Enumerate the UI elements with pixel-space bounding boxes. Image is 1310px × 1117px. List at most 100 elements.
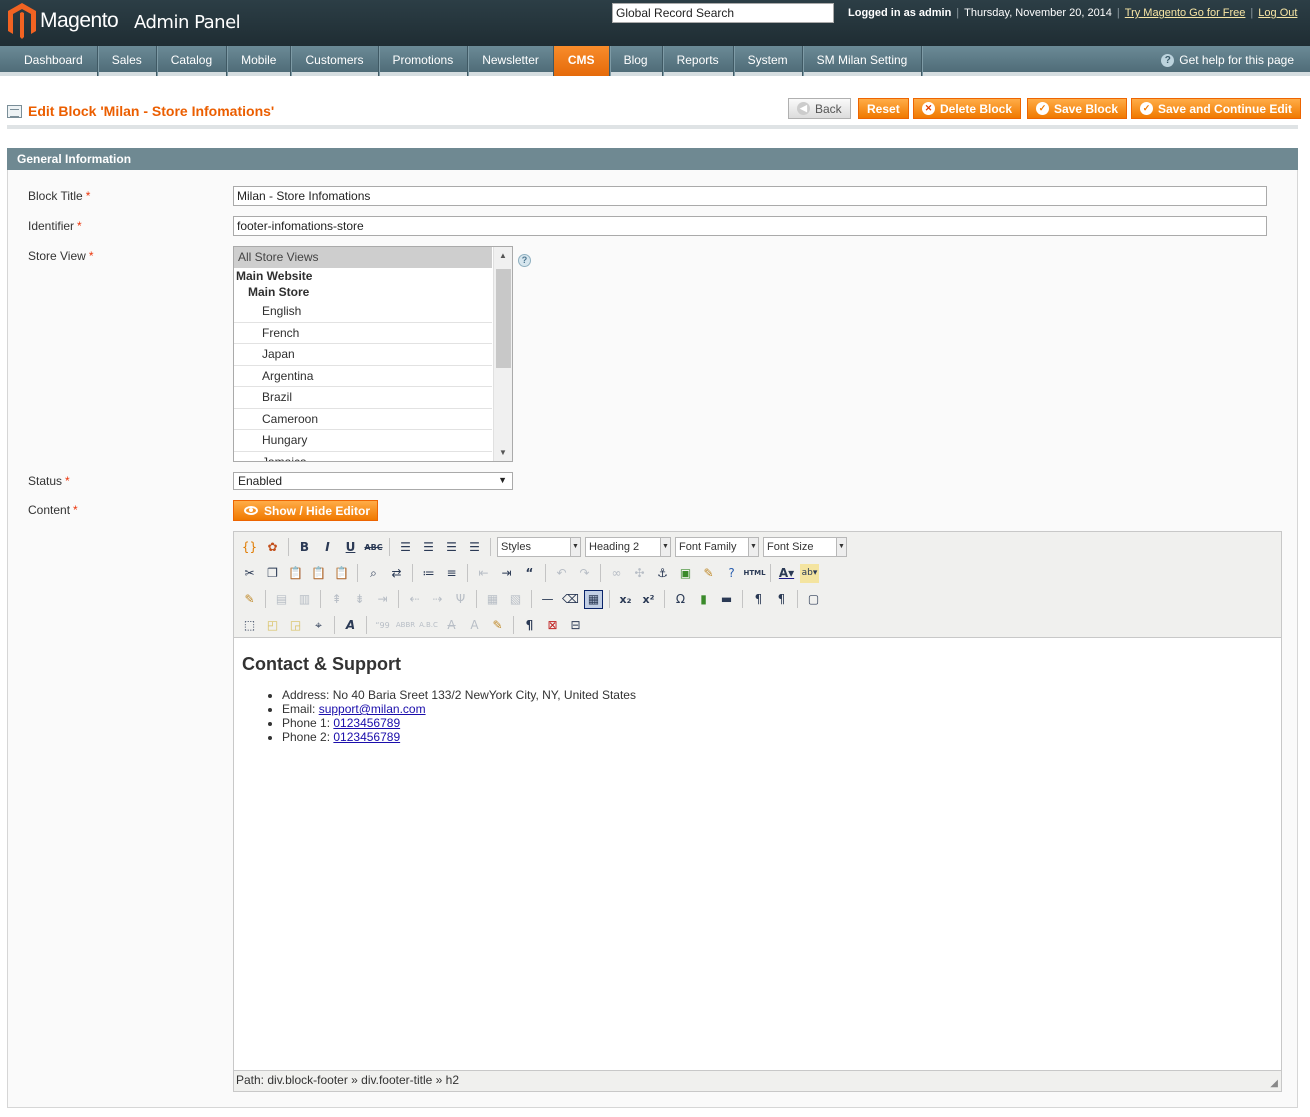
- insert-layer-icon[interactable]: ⬚: [240, 616, 259, 635]
- replace-icon[interactable]: ⇄: [387, 564, 406, 583]
- indent-icon[interactable]: ⇥: [497, 564, 516, 583]
- back-button[interactable]: ◀ Back: [788, 98, 851, 119]
- identifier-input[interactable]: [233, 216, 1267, 236]
- copy-icon[interactable]: ❐: [263, 564, 282, 583]
- html-source-icon[interactable]: HTML: [743, 564, 765, 583]
- delete-col-icon[interactable]: Ψ: [451, 590, 470, 609]
- nav-item-customers[interactable]: Customers: [291, 46, 379, 76]
- store-option-japan[interactable]: Japan: [234, 344, 492, 366]
- remove-format-icon[interactable]: ⌫: [561, 590, 580, 609]
- move-backward-icon[interactable]: ◲: [286, 616, 305, 635]
- nav-item-blog[interactable]: Blog: [610, 46, 663, 76]
- redo-icon[interactable]: ↷: [575, 564, 594, 583]
- store-view-scrollbar[interactable]: ▲ ▼: [493, 247, 512, 461]
- nav-item-reports[interactable]: Reports: [663, 46, 734, 76]
- special-char-icon[interactable]: Ω: [671, 590, 690, 609]
- bold-icon[interactable]: B: [295, 538, 314, 557]
- page-break-icon[interactable]: ⊟: [566, 616, 585, 635]
- insert-row-before-icon[interactable]: ⇞: [327, 590, 346, 609]
- delete-row-icon[interactable]: ⇥: [373, 590, 392, 609]
- unlink-icon[interactable]: ✣: [630, 564, 649, 583]
- align-center-icon[interactable]: ☰: [419, 538, 438, 557]
- nav-item-promotions[interactable]: Promotions: [379, 46, 469, 76]
- abbreviation-icon[interactable]: ABBR: [396, 616, 415, 635]
- scroll-down-icon[interactable]: ▼: [499, 448, 507, 457]
- store-option-cameroon[interactable]: Cameroon: [234, 409, 492, 430]
- cleanup-icon[interactable]: ✎: [699, 564, 718, 583]
- store-view-multiselect[interactable]: All Store Views Main Website Main Store …: [233, 246, 513, 462]
- store-option-jamaica[interactable]: Jamaica: [234, 452, 492, 462]
- save-continue-button[interactable]: ✓ Save and Continue Edit: [1131, 98, 1302, 119]
- horizontal-rule-icon[interactable]: —: [538, 590, 557, 609]
- text-color-icon[interactable]: A▾: [777, 564, 796, 583]
- absolute-icon[interactable]: ⌖: [309, 616, 328, 635]
- magento-logo[interactable]: Magento Admin Panel: [8, 3, 268, 43]
- store-option-hungary[interactable]: Hungary: [234, 430, 492, 452]
- outdent-icon[interactable]: ⇤: [474, 564, 493, 583]
- nav-item-system[interactable]: System: [734, 46, 803, 76]
- delete-block-button[interactable]: ✕ Delete Block: [913, 98, 1022, 119]
- logout-link[interactable]: Log Out: [1258, 7, 1297, 19]
- align-justify-icon[interactable]: ☰: [465, 538, 484, 557]
- blockquote-icon[interactable]: “: [520, 564, 539, 583]
- scroll-up-icon[interactable]: ▲: [499, 251, 507, 260]
- align-left-icon[interactable]: ☰: [396, 538, 415, 557]
- phone1-link[interactable]: 0123456789: [333, 716, 400, 730]
- resize-handle-icon[interactable]: ◢: [1270, 1078, 1278, 1089]
- block-title-input[interactable]: [233, 186, 1267, 206]
- paste-word-icon[interactable]: 📋: [332, 564, 351, 583]
- help-link[interactable]: ? Get help for this page: [1161, 53, 1294, 67]
- bullet-list-icon[interactable]: ≔: [419, 564, 438, 583]
- non-break-icon[interactable]: ⊠: [543, 616, 562, 635]
- try-magento-go-link[interactable]: Try Magento Go for Free: [1125, 7, 1246, 19]
- nav-item-newsletter[interactable]: Newsletter: [468, 46, 554, 76]
- underline-icon[interactable]: U: [341, 538, 360, 557]
- ltr-icon[interactable]: ¶: [749, 590, 768, 609]
- styles-dropdown[interactable]: Styles ▼: [497, 537, 581, 557]
- insert-variable-icon[interactable]: {}: [240, 538, 259, 557]
- nav-item-dashboard[interactable]: Dashboard: [10, 46, 98, 76]
- advanced-hr-icon[interactable]: ▬: [717, 590, 736, 609]
- insert-row-after-icon[interactable]: ⇟: [350, 590, 369, 609]
- store-option-all[interactable]: All Store Views: [234, 247, 492, 268]
- store-option-brazil[interactable]: Brazil: [234, 387, 492, 409]
- phone2-link[interactable]: 0123456789: [333, 730, 400, 744]
- merge-cells-icon[interactable]: ▧: [506, 590, 525, 609]
- anchor-icon[interactable]: ⚓: [653, 564, 672, 583]
- acronym-icon[interactable]: A.B.C: [419, 616, 438, 635]
- cell-props-icon[interactable]: ▥: [295, 590, 314, 609]
- subscript-icon[interactable]: x₂: [616, 590, 635, 609]
- nav-item-sales[interactable]: Sales: [98, 46, 157, 76]
- background-color-icon[interactable]: ab▾: [800, 563, 819, 583]
- visual-aid-icon[interactable]: ▦: [584, 589, 603, 609]
- move-forward-icon[interactable]: ◰: [263, 616, 282, 635]
- rtl-icon[interactable]: ¶: [772, 590, 791, 609]
- split-cells-icon[interactable]: ▦: [483, 590, 502, 609]
- show-hide-editor-button[interactable]: Show / Hide Editor: [233, 500, 378, 521]
- media-icon[interactable]: ▮: [694, 590, 713, 609]
- store-option-argentina[interactable]: Argentina: [234, 366, 492, 387]
- font-size-dropdown[interactable]: Font Size ▼: [763, 537, 847, 557]
- nav-item-mobile[interactable]: Mobile: [227, 46, 292, 76]
- visual-chars-icon[interactable]: ¶: [520, 616, 539, 635]
- strikethrough-icon[interactable]: ABC: [364, 538, 383, 557]
- store-option-french[interactable]: French: [234, 323, 492, 344]
- nav-item-catalog[interactable]: Catalog: [157, 46, 228, 76]
- nav-item-cms[interactable]: CMS: [553, 46, 610, 76]
- paste-icon[interactable]: 📋: [286, 564, 305, 583]
- italic-icon[interactable]: I: [318, 538, 337, 557]
- insertion-icon[interactable]: A: [465, 616, 484, 635]
- deletion-icon[interactable]: A: [442, 616, 461, 635]
- link-icon[interactable]: ∞: [607, 564, 626, 583]
- paste-text-icon[interactable]: 📋: [309, 564, 328, 583]
- format-dropdown[interactable]: Heading 2 ▼: [585, 537, 671, 557]
- align-right-icon[interactable]: ☰: [442, 538, 461, 557]
- style-props-icon[interactable]: A: [341, 616, 360, 635]
- font-family-dropdown[interactable]: Font Family ▼: [675, 537, 759, 557]
- fullscreen-icon[interactable]: ▢: [804, 590, 823, 609]
- global-search-input[interactable]: [612, 3, 834, 23]
- numbered-list-icon[interactable]: ≡: [442, 564, 461, 583]
- row-props-icon[interactable]: ▤: [272, 590, 291, 609]
- superscript-icon[interactable]: x²: [639, 590, 658, 609]
- insert-widget-icon[interactable]: ✿: [263, 538, 282, 557]
